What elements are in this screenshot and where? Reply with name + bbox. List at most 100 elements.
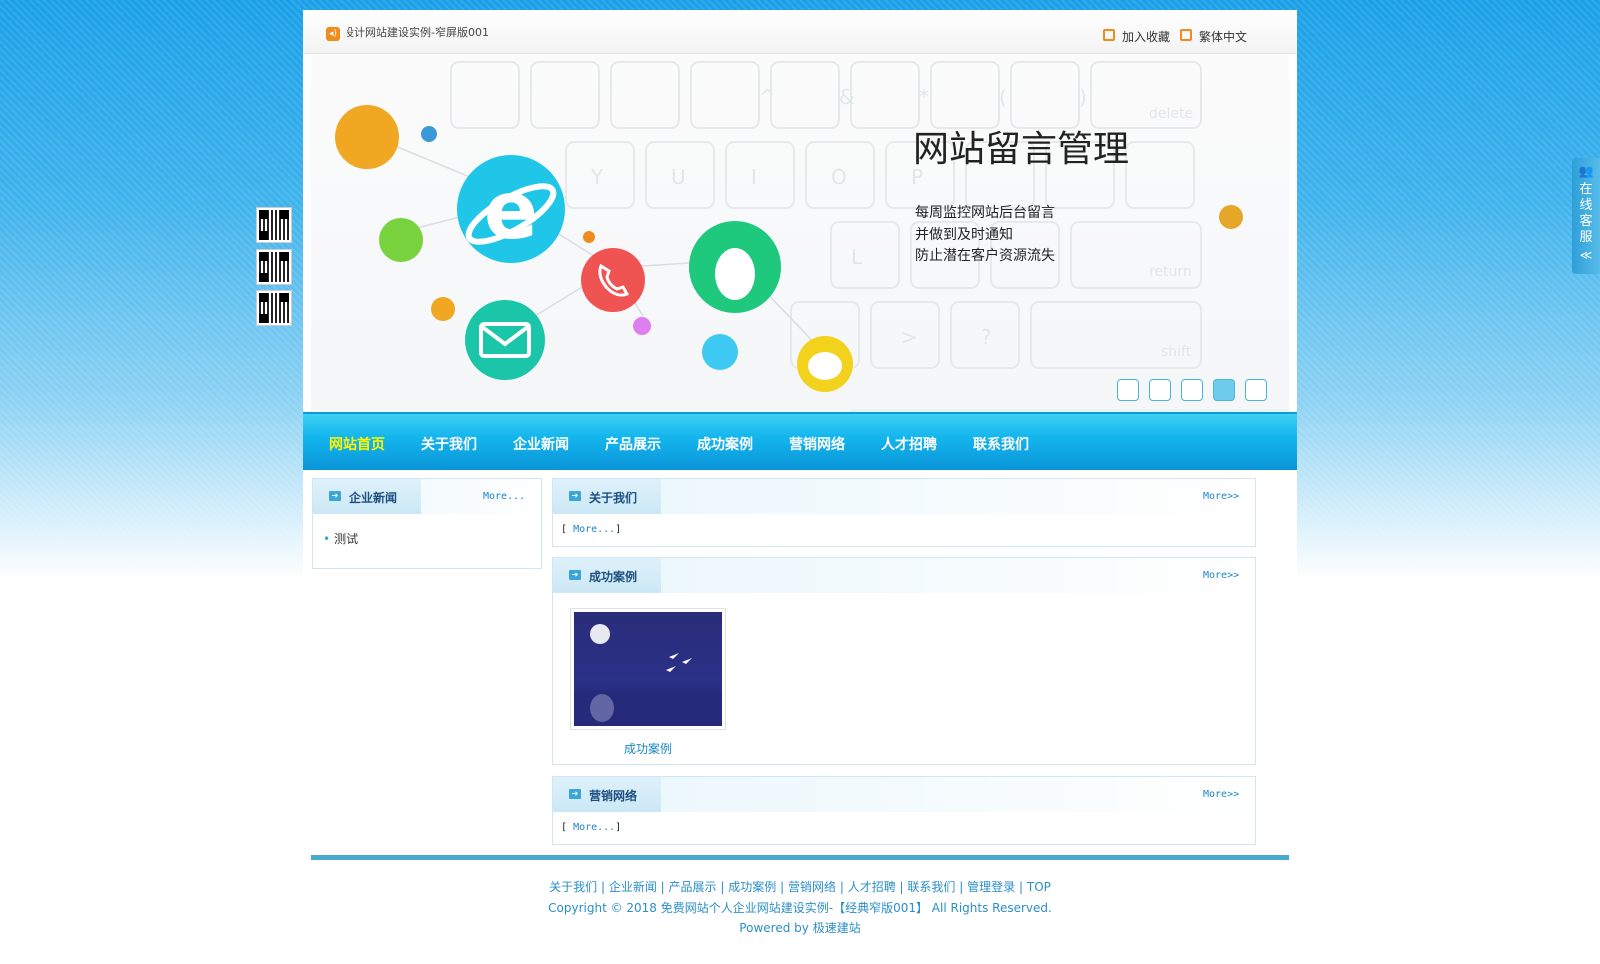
online-service-tab[interactable]: 👥 在线客服 ≪ [1572, 158, 1600, 274]
footer-powered: Powered by 极速建站 [303, 919, 1297, 936]
arrow-right-icon: ➜ [569, 491, 581, 501]
footer-link-cases[interactable]: 成功案例 [728, 880, 776, 894]
separator: | [839, 880, 844, 894]
banner-illustration: ^&* () YUI OP L >? delete return shift [335, 61, 1289, 424]
svg-text:U: U [671, 165, 686, 189]
footer-links: 关于我们 | 企业新闻 | 产品展示 | 成功案例 | 营销网络 | 人才招聘 … [303, 878, 1297, 895]
speaker-icon: ◂) [326, 27, 340, 41]
slide-dot-4[interactable] [1213, 379, 1235, 401]
list-item[interactable]: • 测试 [323, 530, 358, 547]
footer-link-top[interactable]: TOP [1027, 880, 1051, 894]
separator: | [660, 880, 665, 894]
slide-dot-5[interactable] [1245, 379, 1267, 401]
marketing-box-header: ➜ 营销网络 More>> [553, 777, 1255, 812]
about-box-title: 关于我们 [589, 491, 638, 505]
news-box-header: ➜ 企业新闻 More... [313, 479, 541, 514]
news-box-title: 企业新闻 [349, 491, 398, 505]
svg-text:O: O [831, 165, 847, 189]
footer-link-marketing[interactable]: 营销网络 [788, 880, 836, 894]
footer-link-contact[interactable]: 联系我们 [907, 880, 955, 894]
svg-text:&: & [839, 85, 855, 109]
arrow-right-icon: ➜ [329, 491, 341, 501]
svg-text:*: * [919, 85, 929, 109]
banner-line-1: 每周监控网站后台留言 [915, 205, 1055, 221]
online-service-label: 在线客服 [1579, 182, 1593, 245]
powered-link[interactable]: 极速建站 [813, 921, 861, 935]
case-image [574, 612, 722, 726]
footer-divider [311, 855, 1289, 860]
separator: | [899, 880, 904, 894]
main-nav: 网站首页 关于我们 企业新闻 产品展示 成功案例 营销网络 人才招聘 联系我们 [303, 412, 1297, 470]
bracket-open: [ [561, 822, 568, 833]
news-more-link[interactable]: More... [483, 491, 525, 502]
cases-box-title: 成功案例 [589, 570, 638, 584]
about-box-header: ➜ 关于我们 More>> [553, 479, 1255, 514]
footer-link-admin[interactable]: 管理登录 [967, 880, 1015, 894]
arrow-right-icon: ➜ [569, 789, 581, 799]
svg-text:Y: Y [590, 165, 604, 189]
home-icon [1103, 28, 1115, 41]
svg-text:delete: delete [1149, 106, 1193, 122]
footer-link-news[interactable]: 企业新闻 [609, 880, 657, 894]
about-inline-more-link[interactable]: More... [573, 524, 615, 535]
marketing-more-link[interactable]: More>> [1203, 789, 1239, 800]
separator: | [780, 880, 785, 894]
footer-link-about[interactable]: 关于我们 [549, 880, 597, 894]
separator: | [1018, 880, 1024, 894]
slide-dot-1[interactable] [1117, 379, 1139, 401]
qr-code-1 [256, 207, 292, 243]
footer-link-products[interactable]: 产品展示 [669, 880, 717, 894]
case-thumbnail[interactable] [570, 608, 726, 730]
about-more-link[interactable]: More>> [1203, 491, 1239, 502]
svg-text:I: I [751, 165, 757, 189]
svg-text:): ) [1079, 85, 1087, 109]
nav-item-contact[interactable]: 联系我们 [973, 434, 1029, 454]
footer-link-jobs[interactable]: 人才招聘 [848, 880, 896, 894]
svg-text:shift: shift [1161, 344, 1192, 360]
svg-text:L: L [851, 245, 863, 269]
about-box: ➜ 关于我们 More>> [ More...] [552, 478, 1256, 547]
document-icon [1180, 28, 1192, 41]
banner-line-3: 防止潜在客户资源流失 [915, 248, 1055, 264]
svg-text:>: > [901, 325, 918, 349]
case-caption-link[interactable]: 成功案例 [570, 740, 726, 757]
traditional-chinese-link[interactable]: 繁体中文 [1180, 28, 1247, 45]
nav-item-news[interactable]: 企业新闻 [513, 434, 569, 454]
slide-dot-3[interactable] [1181, 379, 1203, 401]
marketing-box-title: 营销网络 [589, 789, 638, 803]
nav-item-about[interactable]: 关于我们 [421, 434, 477, 454]
marketing-inline-more-link[interactable]: More... [573, 822, 615, 833]
bracket-close: ] [615, 524, 622, 535]
cases-more-link[interactable]: More>> [1203, 570, 1239, 581]
banner-line-2: 并做到及时通知 [915, 227, 1013, 243]
bracket-close: ] [615, 822, 622, 833]
nav-item-home[interactable]: 网站首页 [329, 434, 385, 454]
footer-copyright: Copyright © 2018 免费网站个人企业网站建设实例-【经典窄版001… [548, 901, 1052, 915]
svg-text:^: ^ [759, 85, 776, 109]
qr-code-3 [256, 290, 292, 326]
powered-prefix: Powered by [739, 921, 809, 935]
collapse-icon[interactable]: ≪ [1572, 248, 1600, 262]
bullet-icon: • [323, 532, 331, 546]
svg-text:(: ( [999, 85, 1007, 109]
traditional-chinese-label: 繁体中文 [1199, 30, 1248, 44]
nav-item-cases[interactable]: 成功案例 [697, 434, 753, 454]
marketing-box: ➜ 营销网络 More>> [ More...] [552, 776, 1256, 845]
separator: | [959, 880, 964, 894]
svg-text:return: return [1149, 264, 1192, 280]
cases-box-header: ➜ 成功案例 More>> [553, 558, 1255, 593]
news-box: ➜ 企业新闻 More... • 测试 [312, 478, 542, 569]
banner-slideshow: ^&* () YUI OP L >? delete return shift [311, 54, 1289, 424]
slide-dot-2[interactable] [1149, 379, 1171, 401]
separator: | [720, 880, 725, 894]
nav-item-jobs[interactable]: 人才招聘 [881, 434, 937, 454]
separator: | [600, 880, 605, 894]
nav-item-marketing[interactable]: 营销网络 [789, 434, 845, 454]
arrow-right-icon: ➜ [569, 570, 581, 580]
add-favorite-link[interactable]: 加入收藏 [1103, 28, 1170, 45]
banner-title: 网站留言管理 [913, 129, 1130, 170]
cases-box: ➜ 成功案例 More>> 成功案例 [552, 557, 1256, 765]
nav-item-products[interactable]: 产品展示 [605, 434, 661, 454]
marketing-bracket-more: [ More...] [561, 822, 621, 833]
news-item-title: 测试 [334, 532, 359, 546]
